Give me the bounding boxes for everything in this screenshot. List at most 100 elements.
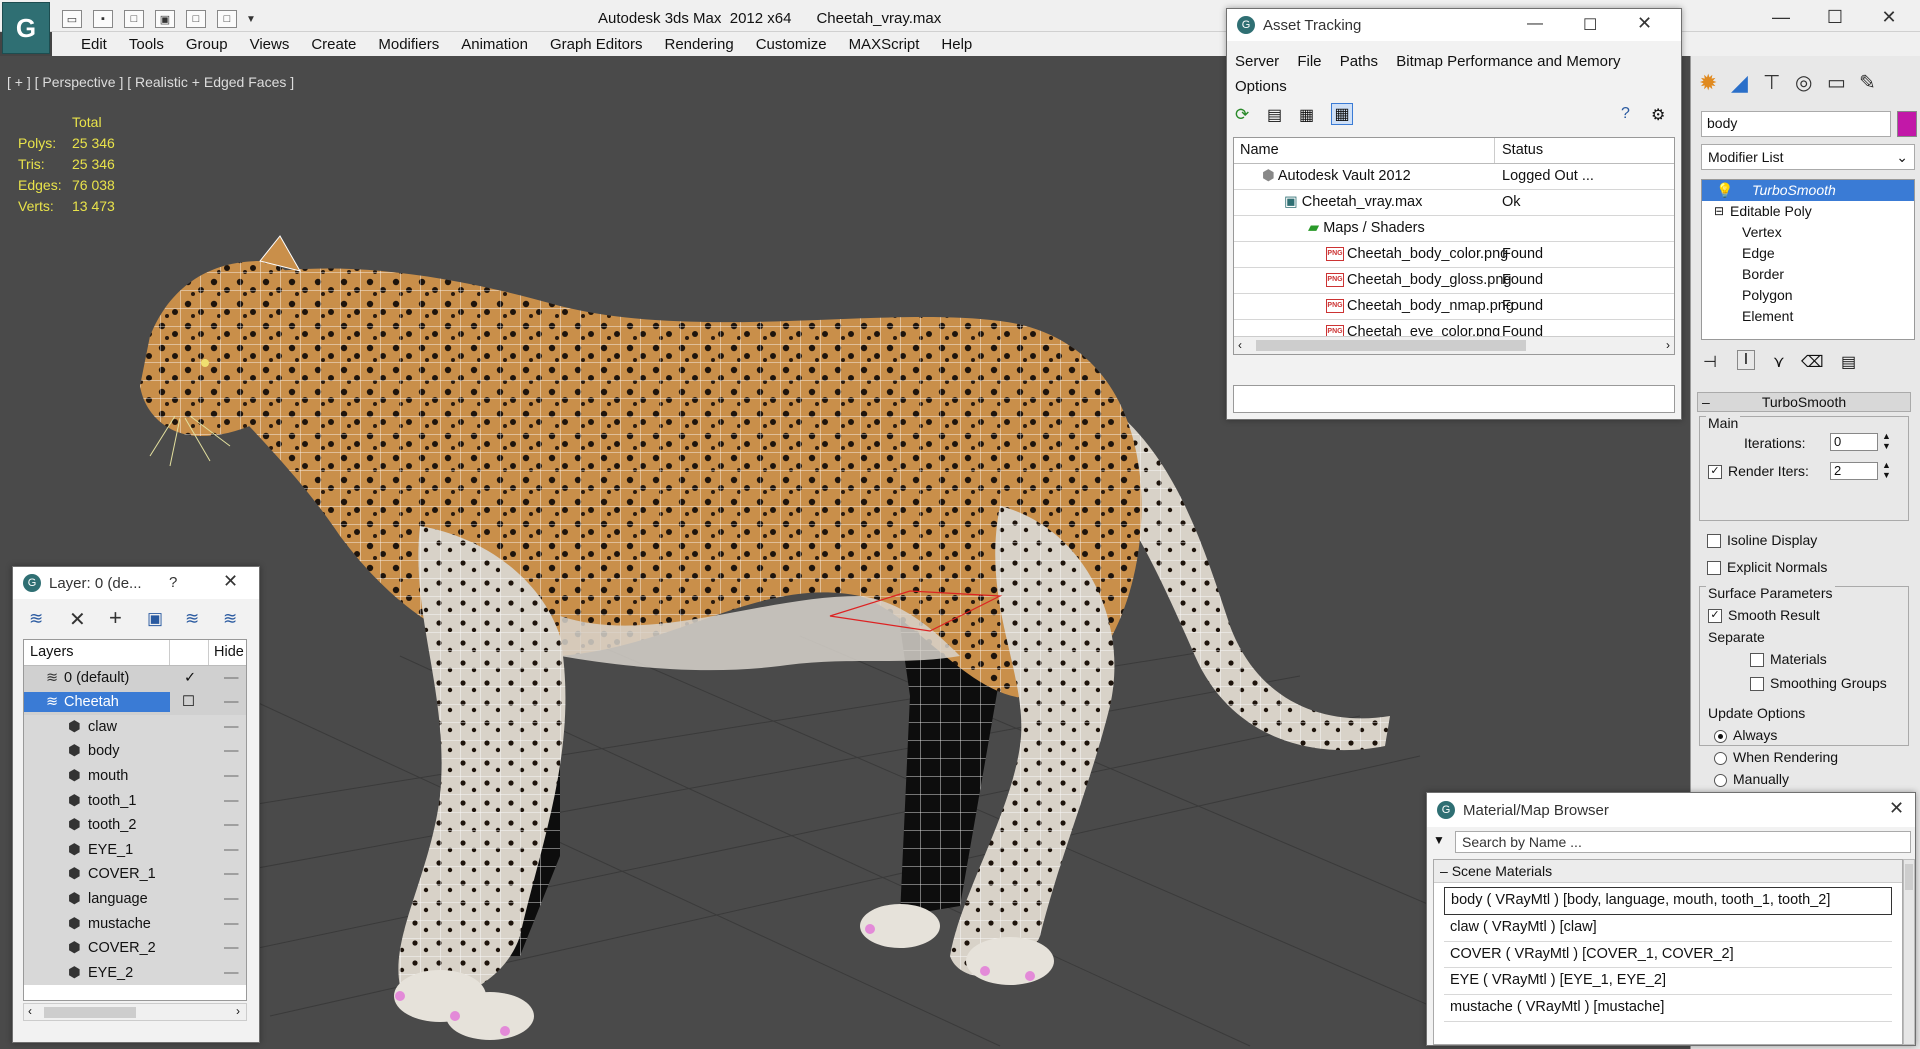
- material-item[interactable]: claw ( VRayMtl ) [claw]: [1444, 915, 1892, 942]
- material-item[interactable]: EYE ( VRayMtl ) [EYE_1, EYE_2]: [1444, 968, 1892, 996]
- maximize-icon[interactable]: ☐: [1820, 6, 1850, 28]
- render-iters-checkbox[interactable]: ✓: [1708, 465, 1722, 480]
- layer-row[interactable]: ⬢ claw —: [24, 714, 246, 740]
- object-name-input[interactable]: body: [1701, 111, 1891, 137]
- new-layer-icon[interactable]: ≋: [29, 609, 43, 629]
- utilities-tab-icon[interactable]: ✎: [1859, 70, 1887, 96]
- layer-row[interactable]: ⬢ COVER_2 —: [24, 936, 246, 961]
- iterations-spinner[interactable]: 0: [1830, 433, 1878, 451]
- column-header-hide[interactable]: Hide: [214, 640, 244, 665]
- hide-toggle[interactable]: —: [224, 764, 239, 789]
- layer-row[interactable]: ⬢ language —: [24, 886, 246, 912]
- menu-options[interactable]: Options: [1235, 78, 1287, 95]
- layer-row[interactable]: ⬢ COVER_1 —: [24, 862, 246, 887]
- material-item[interactable]: body ( VRayMtl ) [body, language, mouth,…: [1444, 887, 1892, 915]
- pin-stack-icon[interactable]: ⊣: [1703, 352, 1717, 372]
- modify-tab-icon[interactable]: ◢: [1731, 70, 1759, 96]
- manually-radio[interactable]: [1714, 773, 1727, 787]
- column-header-status[interactable]: Status: [1502, 138, 1543, 163]
- add-to-layer-icon[interactable]: +: [109, 605, 122, 631]
- menu-views[interactable]: Views: [239, 36, 301, 53]
- always-radio[interactable]: [1714, 729, 1727, 743]
- layer-dialog-titlebar[interactable]: G Layer: 0 (de... ? ✕: [13, 567, 259, 599]
- app-logo-icon[interactable]: G: [2, 2, 50, 54]
- scene-materials-section[interactable]: – Scene Materials: [1434, 860, 1902, 883]
- collapse-icon[interactable]: –: [1440, 863, 1452, 879]
- hide-toggle[interactable]: —: [224, 838, 239, 863]
- redo-icon[interactable]: □: [186, 10, 206, 28]
- workspace-icon[interactable]: □: [217, 10, 237, 28]
- motion-tab-icon[interactable]: ◎: [1795, 70, 1823, 96]
- materials-checkbox[interactable]: [1750, 653, 1764, 668]
- menu-edit[interactable]: Edit: [70, 36, 118, 53]
- set-current-layer-icon[interactable]: ≋: [223, 609, 237, 629]
- hide-toggle[interactable]: —: [224, 961, 239, 986]
- close-icon[interactable]: ✕: [1874, 6, 1904, 28]
- spinner-arrows-icon[interactable]: ▲ ▼: [1882, 460, 1891, 480]
- menu-modifiers[interactable]: Modifiers: [367, 36, 450, 53]
- horizontal-scrollbar[interactable]: ‹ ›: [1234, 336, 1674, 354]
- show-end-result-icon[interactable]: Ι: [1737, 350, 1755, 370]
- make-unique-icon[interactable]: ⋎: [1773, 352, 1785, 372]
- refresh-icon[interactable]: ⟳: [1235, 105, 1249, 125]
- stack-item-editable-poly[interactable]: ⊟ Editable Poly: [1702, 201, 1914, 222]
- scroll-left-icon[interactable]: ‹: [28, 1004, 32, 1018]
- scrollbar-thumb[interactable]: [1905, 864, 1913, 890]
- settings-icon[interactable]: ⚙: [1651, 105, 1665, 125]
- hierarchy-tab-icon[interactable]: ⊤: [1763, 70, 1791, 96]
- stack-item-element[interactable]: Element: [1702, 306, 1914, 327]
- viewport-label[interactable]: [ + ] [ Perspective ] [ Realistic + Edge…: [7, 74, 294, 90]
- menu-tools[interactable]: Tools: [118, 36, 175, 53]
- minimize-icon[interactable]: —: [1766, 6, 1796, 28]
- table-row[interactable]: ⬢ Autodesk Vault 2012 Logged Out ...: [1234, 164, 1674, 190]
- maximize-icon[interactable]: ☐: [1583, 15, 1597, 35]
- object-color-swatch[interactable]: [1897, 111, 1917, 137]
- tree-view-icon[interactable]: ▦: [1299, 105, 1314, 125]
- display-tab-icon[interactable]: ▭: [1827, 70, 1855, 96]
- table-row[interactable]: ▰ Maps / Shaders: [1234, 216, 1674, 242]
- vertical-scrollbar[interactable]: [1903, 859, 1915, 1045]
- material-item[interactable]: mustache ( VRayMtl ) [mustache]: [1444, 995, 1892, 1022]
- menu-graph-editors[interactable]: Graph Editors: [539, 36, 654, 53]
- layer-row[interactable]: ⊟ ≋ Cheetah ☐ —: [24, 690, 246, 715]
- horizontal-scrollbar[interactable]: ‹ ›: [23, 1003, 247, 1021]
- close-icon[interactable]: ✕: [1889, 798, 1904, 819]
- stack-item-edge[interactable]: Edge: [1702, 243, 1914, 264]
- scrollbar-thumb[interactable]: [1256, 340, 1526, 351]
- stack-item-border[interactable]: Border: [1702, 264, 1914, 285]
- select-objects-icon[interactable]: ▣: [147, 609, 163, 629]
- hide-toggle[interactable]: —: [224, 715, 239, 740]
- layer-row[interactable]: ⬢ EYE_1 —: [24, 837, 246, 863]
- menu-create[interactable]: Create: [300, 36, 367, 53]
- material-browser-titlebar[interactable]: G Material/Map Browser ✕: [1427, 793, 1915, 827]
- layer-row[interactable]: ⬢ body —: [24, 739, 246, 764]
- close-icon[interactable]: ✕: [1637, 13, 1652, 34]
- menu-help[interactable]: Help: [930, 36, 983, 53]
- column-header-layers[interactable]: Layers: [30, 640, 74, 665]
- render-iters-spinner[interactable]: 2: [1830, 462, 1878, 480]
- save-file-icon[interactable]: ▪: [93, 10, 113, 28]
- close-icon[interactable]: ✕: [223, 571, 238, 592]
- layer-row[interactable]: ≋ 0 (default) ✓ —: [24, 665, 246, 691]
- stack-item-polygon[interactable]: Polygon: [1702, 285, 1914, 306]
- hide-toggle[interactable]: —: [224, 666, 239, 691]
- remove-modifier-icon[interactable]: ⌫: [1801, 352, 1824, 372]
- smooth-result-checkbox[interactable]: ✓: [1708, 609, 1722, 624]
- isoline-checkbox[interactable]: [1707, 534, 1721, 549]
- collapse-icon[interactable]: ⊟: [1714, 201, 1724, 222]
- menu-bitmap-performance[interactable]: Bitmap Performance and Memory: [1396, 53, 1620, 70]
- scroll-right-icon[interactable]: ›: [1666, 338, 1670, 352]
- cheetah-model[interactable]: [140, 235, 1390, 1040]
- lightbulb-icon[interactable]: 💡: [1716, 180, 1733, 201]
- menu-paths[interactable]: Paths: [1340, 53, 1378, 70]
- menu-maxscript[interactable]: MAXScript: [838, 36, 931, 53]
- column-header-name[interactable]: Name: [1240, 138, 1279, 163]
- hide-toggle[interactable]: —: [224, 912, 239, 937]
- search-by-name-input[interactable]: Search by Name ...: [1455, 831, 1911, 853]
- table-row[interactable]: PNG Cheetah_body_color.png Found: [1234, 242, 1674, 268]
- layer-row[interactable]: ⬢ EYE_2 —: [24, 960, 246, 986]
- scroll-right-icon[interactable]: ›: [236, 1004, 240, 1018]
- hide-toggle[interactable]: —: [224, 936, 239, 961]
- table-row[interactable]: PNG Cheetah_body_nmap.png Found: [1234, 294, 1674, 320]
- menu-rendering[interactable]: Rendering: [653, 36, 744, 53]
